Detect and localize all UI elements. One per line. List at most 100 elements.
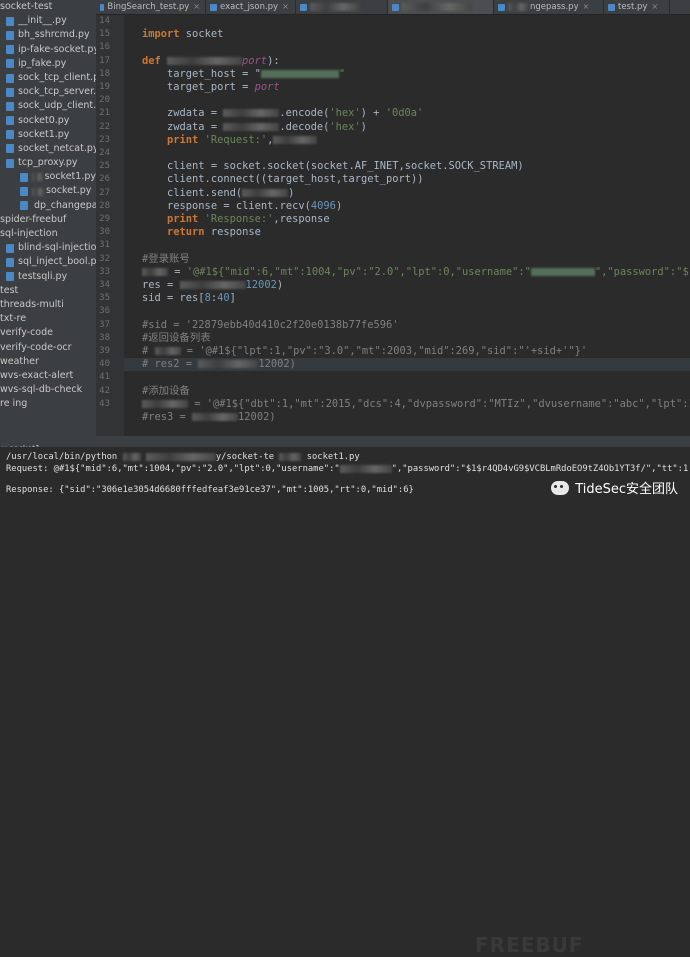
sidebar-item-tcp-proxy-py[interactable]: tcp_proxy.py — [0, 156, 96, 170]
line-number: 35 — [99, 293, 110, 304]
sidebar-item-verify-code[interactable]: verify-code — [0, 326, 96, 340]
console-response-line: Response: {"sid":"306e1e3054d6680fffedfe… — [6, 485, 414, 495]
sidebar-item-socket-netcat-py[interactable]: socket_netcat.py — [0, 142, 96, 156]
redacted-text — [242, 188, 289, 197]
code-line-29: print 'Response:',response — [142, 213, 330, 225]
sidebar-item-socket1-py[interactable]: socket1.py — [0, 128, 96, 142]
sidebar-item-socket0-py[interactable]: socket0.py — [0, 114, 96, 128]
project-tree: socket-test __init__.py bh_sshrcmd.py ip-fa… — [0, 0, 97, 436]
sidebar-item-spider-freebuf[interactable]: spider-freebuf — [0, 213, 96, 227]
sidebar-item-label: socket-test — [0, 1, 53, 12]
tab-test[interactable]: test.py × — [604, 0, 670, 14]
sidebar-item-testsqli-py[interactable]: testsqli.py — [0, 270, 96, 284]
close-icon[interactable]: × — [282, 0, 289, 14]
run-tool-bar[interactable]: v-socket1 — [0, 436, 690, 453]
code-line-34: res = 12002) — [142, 279, 284, 291]
sidebar-item-socket-test[interactable]: socket-test — [0, 0, 96, 14]
sidebar-item-label: socket_netcat.py — [18, 142, 97, 154]
python-file-icon — [498, 3, 505, 11]
sidebar-item-ip-fake-socket-py[interactable]: ip-fake-socket.py — [0, 43, 96, 57]
code-line-28: response = client.recv(4096) — [142, 199, 343, 212]
redacted-text — [167, 56, 243, 65]
tab-exact-json[interactable]: exact_json.py × — [206, 0, 296, 14]
line-number: 22 — [99, 121, 110, 132]
sidebar-item-txt-re[interactable]: txt-re — [0, 312, 96, 326]
sidebar-item-label: testsqli.py — [18, 270, 68, 282]
sidebar-item-dp-changepa[interactable]: dp_changepa — [0, 199, 96, 213]
sidebar-item-label: ip-fake-socket.py — [18, 43, 97, 55]
tab-blurred-1[interactable] — [296, 0, 388, 14]
python-file-icon — [6, 101, 14, 111]
sidebar-item-sock-udp-client-py[interactable]: sock_udp_client.py — [0, 99, 96, 113]
python-file-icon — [6, 158, 14, 168]
sidebar-item-socket-py[interactable]: socket.py — [0, 184, 96, 198]
sidebar-item-label: sock_tcp_client.py — [18, 71, 97, 83]
code-line-15: import socket — [142, 28, 224, 41]
line-number: 34 — [99, 280, 110, 290]
redacted-text — [32, 187, 44, 196]
line-number: 30 — [99, 227, 110, 238]
sidebar-item-label: wvs-exact-alert — [0, 369, 74, 381]
tab-bingsearch-test[interactable]: BingSearch_test.py × — [96, 0, 206, 14]
sidebar-item-sock-tcp-client-py[interactable]: sock_tcp_client.py — [0, 71, 96, 85]
sidebar-item-sock-tcp-server-py[interactable]: sock_tcp_server.py — [0, 85, 96, 99]
python-file-icon — [100, 3, 105, 11]
code-line-21: zwdata = .encode('hex') + '0d0a' — [142, 107, 424, 120]
sidebar-item--init-py[interactable]: __init__.py — [0, 14, 96, 28]
sidebar-item-label: sock_tcp_server.py — [18, 86, 97, 98]
line-number: 15 — [99, 29, 110, 40]
python-file-icon — [392, 3, 399, 11]
code-editor[interactable]: import socket def port): target_host = "… — [124, 15, 690, 436]
sidebar-item-threads-multi[interactable]: threads-multi — [0, 298, 96, 312]
close-icon[interactable]: × — [651, 0, 658, 14]
sidebar-item-label: socket1.py — [18, 128, 70, 140]
tab-active-blurred[interactable] — [388, 0, 494, 14]
python-file-icon — [6, 59, 14, 69]
sidebar-item-socket1-py[interactable]: socket1.py — [0, 170, 96, 184]
sidebar-item-wvs-sql-db-check[interactable]: wvs-sql-db-check — [0, 383, 96, 397]
line-number: 23 — [99, 134, 110, 145]
python-file-icon — [6, 116, 14, 126]
sidebar-item-blind-sql-injection[interactable]: blind-sql-injection — [0, 241, 96, 255]
sidebar-item-label: wvs-sql-db-check — [0, 384, 83, 396]
sidebar-item-verify-code-ocr[interactable]: verify-code-ocr — [0, 341, 96, 355]
sidebar-item-label: blind-sql-injection — [18, 242, 97, 254]
redacted-text — [142, 267, 168, 276]
code-line-32: #登录账号 — [142, 252, 190, 265]
redacted-text — [192, 413, 239, 421]
line-number: 18 — [99, 68, 110, 79]
python-file-icon — [6, 87, 14, 97]
redacted-text — [198, 360, 259, 369]
redacted-text — [260, 69, 339, 78]
sidebar-item-ip-fake-py[interactable]: ip_fake.py — [0, 57, 96, 71]
python-file-icon — [6, 45, 14, 55]
python-file-icon — [6, 257, 14, 267]
code-line-43: = '@#1${"dbt":1,"mt":2015,"dcs":4,"dvpas… — [124, 398, 690, 411]
sidebar-item-label: ip_fake.py — [18, 57, 67, 69]
close-icon[interactable]: × — [583, 0, 590, 14]
line-number: 27 — [99, 187, 110, 198]
sidebar-item-bh-sshrcmd-py[interactable]: bh_sshrcmd.py — [0, 28, 96, 42]
wechat-icon — [551, 480, 570, 495]
line-number: 31 — [99, 240, 110, 251]
sidebar-item-wvs-exact-alert[interactable]: wvs-exact-alert — [0, 369, 96, 383]
sidebar-item-label: sql_inject_bool.py — [18, 256, 97, 268]
sidebar-item-test[interactable]: test — [0, 284, 96, 298]
sidebar-item-label: sock_udp_client.py — [18, 100, 97, 112]
close-icon[interactable]: × — [193, 0, 200, 14]
line-number: 25 — [99, 161, 110, 172]
code-line-27: client.send() — [142, 186, 295, 199]
code-line-22: zwdata = .decode('hex') — [142, 120, 367, 133]
redacted-text — [223, 122, 280, 131]
sidebar-item-weather[interactable]: weather — [0, 355, 96, 369]
sidebar-item-label: verify-code — [0, 327, 53, 339]
sidebar-item-re-ing[interactable]: re ing — [0, 397, 96, 411]
console-command-line: /usr/local/bin/python y/socket-te socket… — [6, 452, 360, 462]
tab-changepass[interactable]: ngepass.py × — [494, 0, 604, 14]
sidebar-item-label: spider-freebuf — [0, 213, 67, 225]
code-line-30: return response — [142, 226, 261, 239]
python-file-icon — [20, 201, 28, 211]
sidebar-item-sql-inject-bool-py[interactable]: sql_inject_bool.py — [0, 255, 96, 269]
python-file-icon — [6, 243, 14, 253]
sidebar-item-sql-injection[interactable]: sql-injection — [0, 227, 96, 241]
